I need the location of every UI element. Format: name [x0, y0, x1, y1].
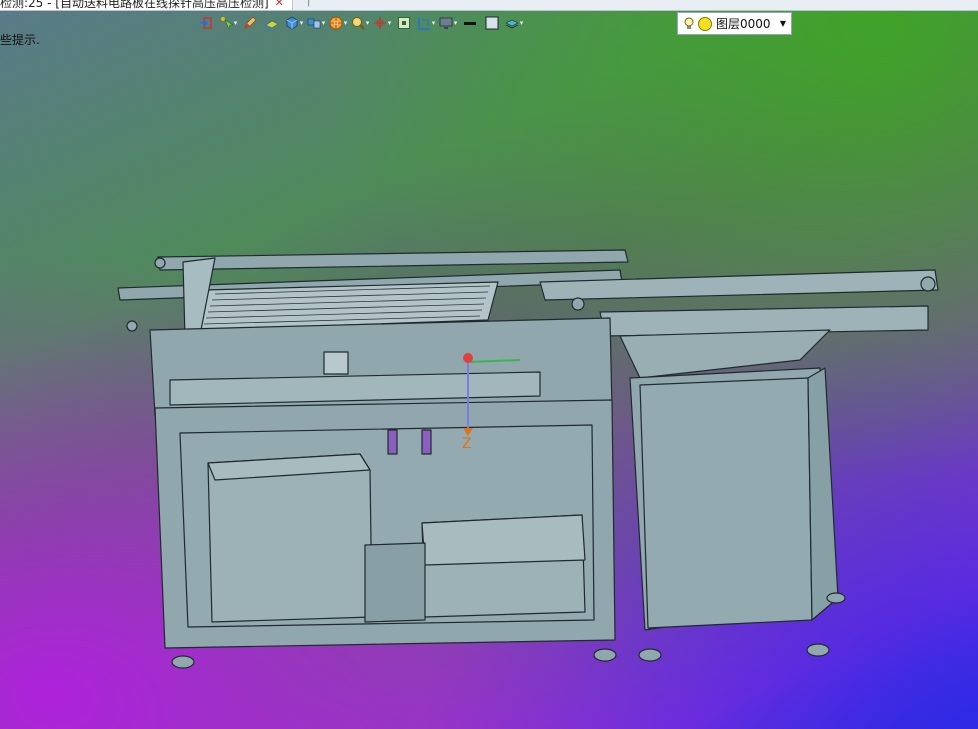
foot	[171, 655, 195, 669]
cylinder-2	[421, 429, 432, 455]
roller	[126, 320, 138, 332]
cylinder-1	[387, 429, 398, 455]
top-rail-back	[157, 249, 629, 271]
box-right-top	[421, 514, 586, 566]
foot	[806, 643, 830, 657]
side-cabinet-front	[639, 377, 813, 629]
roller	[154, 257, 166, 269]
foot	[826, 592, 846, 604]
rail-base	[364, 542, 426, 623]
side-cabinet-side	[807, 367, 839, 621]
3d-model-view[interactable]	[0, 0, 978, 729]
foot	[593, 648, 617, 662]
roller	[571, 297, 585, 311]
motor	[323, 351, 349, 375]
z-axis-label: Z	[462, 436, 472, 452]
roller	[920, 276, 936, 292]
foot	[638, 648, 662, 662]
